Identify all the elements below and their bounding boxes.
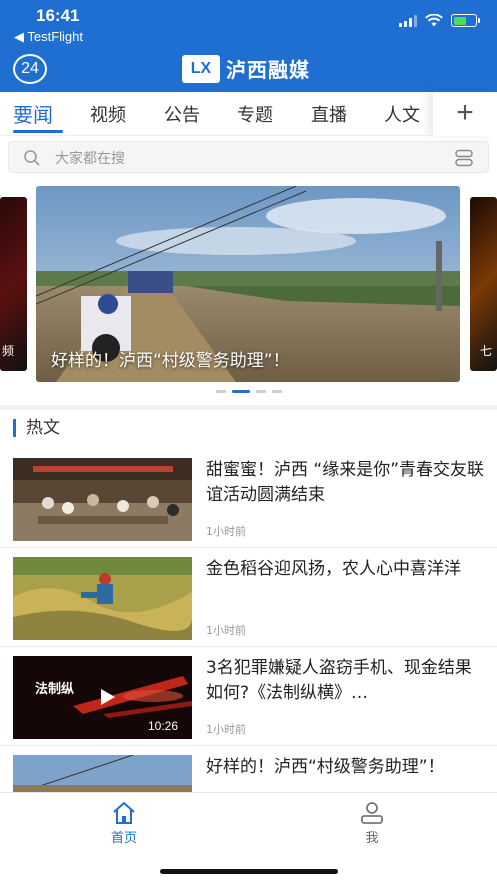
active-tab-indicator bbox=[13, 130, 63, 133]
carousel-dot[interactable] bbox=[215, 390, 226, 393]
news-thumbnail bbox=[13, 458, 192, 541]
play-icon[interactable] bbox=[97, 687, 117, 707]
next-slide-caption: 七 bbox=[480, 344, 493, 358]
news-title: 好样的！泸西“村级警务助理”！ bbox=[206, 757, 445, 777]
app-header: 16:41 ◀ TestFlight 24 LX 泸西融媒 bbox=[0, 0, 497, 92]
carousel-dots bbox=[0, 390, 497, 393]
logo-text: 泸西融媒 bbox=[226, 58, 310, 82]
nav-home[interactable]: 首页 bbox=[84, 801, 164, 846]
signal-icon bbox=[399, 14, 417, 27]
news-title: 金色稻谷迎风扬，农人心中喜洋洋 bbox=[206, 559, 461, 579]
nav-home-label: 首页 bbox=[110, 831, 137, 846]
news-time: 1小时前 bbox=[206, 525, 246, 538]
back-to-testflight[interactable]: ◀ TestFlight bbox=[14, 29, 83, 45]
news-image bbox=[13, 557, 192, 640]
news-time: 1小时前 bbox=[206, 723, 246, 736]
tab-announcement[interactable]: 公告 bbox=[164, 101, 200, 127]
battery-icon bbox=[451, 14, 480, 27]
user-icon bbox=[361, 802, 383, 824]
section-title-hot: 热文 bbox=[13, 419, 60, 437]
carousel-dot[interactable] bbox=[271, 390, 282, 393]
tab-culture[interactable]: 人文 bbox=[384, 101, 420, 127]
banner-caption: 好样的！泸西“村级警务助理”！ bbox=[51, 351, 290, 371]
next-slide-peek[interactable]: 七 bbox=[470, 197, 497, 371]
news-thumbnail: 法制纵 10:26 bbox=[13, 656, 192, 739]
news-image bbox=[13, 458, 192, 541]
scan-icon[interactable] bbox=[454, 149, 474, 167]
section-divider bbox=[0, 405, 497, 410]
search-icon bbox=[24, 150, 40, 166]
tab-topics[interactable]: 专题 bbox=[237, 101, 273, 127]
thumbnail-caption: 法制纵 bbox=[35, 682, 75, 697]
news-time: 1小时前 bbox=[206, 624, 246, 637]
wifi-icon bbox=[425, 14, 443, 27]
status-time: 16:41 bbox=[36, 6, 80, 25]
app-logo: LX 泸西融媒 bbox=[182, 54, 310, 83]
carousel-dot[interactable] bbox=[255, 390, 266, 393]
news-title: 甜蜜蜜！泸西 “缘来是你”青春交友联谊活动圆满结束 bbox=[206, 460, 485, 505]
24h-badge-icon[interactable]: 24 bbox=[13, 54, 47, 84]
banner-slide[interactable]: 好样的！泸西“村级警务助理”！ bbox=[36, 186, 460, 382]
nav-profile[interactable]: 我 bbox=[332, 801, 412, 846]
prev-slide-peek[interactable]: 频 bbox=[0, 197, 27, 371]
home-icon bbox=[113, 802, 135, 824]
news-title: 3名犯罪嫌疑人盗窃手机、现金结果如何?《法制纵横》… bbox=[206, 658, 472, 703]
search-bar[interactable]: 大家都在搜 bbox=[8, 141, 489, 173]
add-channel-button[interactable]: + bbox=[433, 92, 497, 136]
logo-mark: LX bbox=[182, 54, 220, 83]
carousel-dot-active[interactable] bbox=[231, 390, 250, 393]
news-item[interactable]: 甜蜜蜜！泸西 “缘来是你”青春交友联谊活动圆满结束 1小时前 bbox=[0, 450, 497, 548]
tab-video[interactable]: 视频 bbox=[90, 101, 126, 127]
search-placeholder: 大家都在搜 bbox=[55, 151, 125, 167]
nav-profile-label: 我 bbox=[365, 831, 379, 846]
news-thumbnail bbox=[13, 557, 192, 640]
banner-carousel[interactable]: 频 好样的！泸西“村级警务助理”！ 七 bbox=[0, 181, 497, 401]
tab-news[interactable]: 要闻 bbox=[13, 99, 53, 128]
prev-slide-caption: 频 bbox=[2, 344, 15, 358]
tab-live[interactable]: 直播 bbox=[311, 101, 347, 127]
channel-tabs: 要闻 视频 公告 专题 直播 人文 + bbox=[0, 92, 497, 136]
news-item[interactable]: 金色稻谷迎风扬，农人心中喜洋洋 1小时前 bbox=[0, 549, 497, 647]
news-item-video[interactable]: 法制纵 10:26 3名犯罪嫌疑人盗窃手机、现金结果如何?《法制纵横》… 1小时… bbox=[0, 648, 497, 746]
home-indicator bbox=[160, 869, 338, 874]
status-icons bbox=[399, 14, 480, 27]
video-duration: 10:26 bbox=[147, 719, 178, 733]
